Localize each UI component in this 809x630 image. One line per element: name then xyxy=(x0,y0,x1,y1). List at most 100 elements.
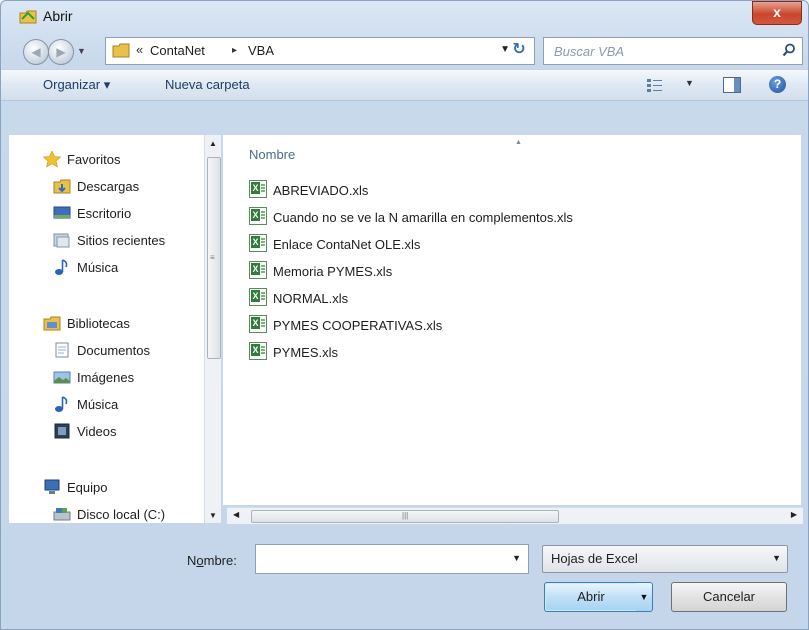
libraries-icon xyxy=(43,316,61,331)
refresh-button[interactable]: ↻ xyxy=(508,39,530,61)
nav-item-videos[interactable]: Videos xyxy=(53,423,117,439)
downloads-folder-icon xyxy=(53,179,71,194)
recent-places-icon xyxy=(53,233,70,248)
file-name: PYMES.xls xyxy=(273,345,339,360)
file-row[interactable]: ABREVIADO.xls xyxy=(249,180,368,198)
nav-item-favoritos[interactable]: Favoritos xyxy=(43,151,120,167)
scroll-down-icon[interactable]: ▼ xyxy=(209,511,217,520)
file-row[interactable]: PYMES.xls xyxy=(249,342,338,360)
new-folder-button[interactable]: Nueva carpeta xyxy=(165,77,250,92)
nav-item-descargas[interactable]: Descargas xyxy=(53,178,139,194)
forward-button[interactable]: ▶ xyxy=(48,39,74,65)
excel-file-icon xyxy=(249,342,267,360)
desktop-icon xyxy=(53,206,71,219)
nav-item-sitios-recientes[interactable]: Sitios recientes xyxy=(53,232,165,248)
music-icon xyxy=(55,259,68,275)
file-name-combobox[interactable]: ▼ xyxy=(255,544,529,574)
file-row[interactable]: Memoria PYMES.xls xyxy=(249,261,392,279)
file-name: PYMES COOPERATIVAS.xls xyxy=(273,318,443,333)
file-row[interactable]: Cuando no se ve la N amarilla en complem… xyxy=(249,207,573,225)
nav-label: Música xyxy=(77,397,119,412)
nav-label: Videos xyxy=(77,424,117,439)
star-icon xyxy=(43,151,61,167)
search-input[interactable] xyxy=(544,38,776,64)
nav-label: Imágenes xyxy=(77,370,135,385)
scrollbar-grip-icon: ||| xyxy=(402,511,409,520)
file-type-dropdown-icon: ▼ xyxy=(772,553,781,563)
file-row[interactable]: Enlace ContaNet OLE.xls xyxy=(249,234,420,252)
scrollbar-grip-icon: ≡ xyxy=(210,253,215,262)
file-name-label: Nombre: xyxy=(187,553,237,568)
command-bar: Organizar ▾ Nueva carpeta ▼ ? xyxy=(1,69,808,101)
file-name-label-end: mbre: xyxy=(203,553,237,568)
scroll-up-icon[interactable]: ▲ xyxy=(209,139,217,148)
back-button[interactable]: ◀ xyxy=(23,39,49,65)
file-row[interactable]: PYMES COOPERATIVAS.xls xyxy=(249,315,442,333)
open-options-dropdown[interactable]: ▼ xyxy=(636,582,653,612)
preview-pane-icon[interactable] xyxy=(723,77,741,93)
file-type-select[interactable]: Hojas de Excel ▼ xyxy=(542,545,788,573)
arrow-left-icon: ◀ xyxy=(31,45,41,59)
breadcrumb-separator-icon[interactable]: ▸ xyxy=(232,45,237,56)
nav-item-disco-local[interactable]: Disco local (C:) xyxy=(53,506,165,522)
nav-item-bibliotecas[interactable]: Bibliotecas xyxy=(43,315,130,331)
scroll-left-icon[interactable]: ◀ xyxy=(233,510,239,519)
documents-icon xyxy=(55,342,69,358)
nav-label: Sitios recientes xyxy=(77,233,166,248)
nav-label: Bibliotecas xyxy=(67,316,130,331)
search-icon[interactable] xyxy=(782,43,796,57)
navigation-pane: Favoritos Descargas Escritorio Sitios re… xyxy=(9,135,207,523)
view-options-icon[interactable] xyxy=(647,78,663,92)
file-row[interactable]: NORMAL.xls xyxy=(249,288,348,306)
breadcrumb-contanet[interactable]: ContaNet xyxy=(150,43,205,58)
close-button[interactable]: x xyxy=(752,1,802,25)
music-icon xyxy=(55,396,68,412)
local-disk-icon xyxy=(53,508,71,521)
file-list-pane: ▲ Nombre ABREVIADO.xls Cuando no se ve l… xyxy=(223,135,801,505)
nav-label: Equipo xyxy=(67,480,108,495)
navigation-pane-scrollbar[interactable]: ▲ ≡ ▼ xyxy=(204,135,221,523)
videos-icon xyxy=(54,423,70,439)
recent-locations-dropdown[interactable]: ▼ xyxy=(77,46,86,56)
excel-file-icon xyxy=(249,288,267,306)
computer-icon xyxy=(44,479,60,494)
address-bar[interactable]: « ContaNet ▸ VBA ▼ xyxy=(105,37,535,65)
nav-item-musica[interactable]: Música xyxy=(53,259,118,275)
search-box[interactable] xyxy=(543,37,803,65)
folder-app-icon xyxy=(19,10,37,24)
scroll-right-icon[interactable]: ▶ xyxy=(791,510,797,519)
nav-item-musica-biblioteca[interactable]: Música xyxy=(53,396,118,412)
excel-file-icon xyxy=(249,180,267,198)
refresh-icon: ↻ xyxy=(512,41,526,58)
file-name-dropdown-icon[interactable]: ▼ xyxy=(512,553,521,563)
nav-item-imagenes[interactable]: Imágenes xyxy=(53,369,134,385)
file-name-label-accel: o xyxy=(196,553,204,568)
file-name-input[interactable] xyxy=(256,545,504,573)
file-type-value: Hojas de Excel xyxy=(551,551,638,566)
nav-item-equipo[interactable]: Equipo xyxy=(43,479,107,495)
organize-menu-button[interactable]: Organizar ▾ xyxy=(43,77,110,93)
nav-label: Música xyxy=(77,260,119,275)
nav-label: Favoritos xyxy=(67,152,121,167)
pictures-icon xyxy=(53,371,71,384)
excel-file-icon xyxy=(249,261,267,279)
scrollbar-thumb[interactable]: ||| xyxy=(251,510,559,523)
window-title: Abrir xyxy=(43,8,73,24)
file-name: Enlace ContaNet OLE.xls xyxy=(273,237,421,252)
nav-item-escritorio[interactable]: Escritorio xyxy=(53,205,131,221)
nav-label: Escritorio xyxy=(77,206,132,221)
address-overflow-chevron[interactable]: « xyxy=(136,42,143,57)
file-name-label-start: N xyxy=(187,553,197,568)
open-button[interactable]: Abrir xyxy=(544,582,638,612)
title-bar[interactable]: Abrir x xyxy=(1,1,808,33)
help-icon[interactable]: ? xyxy=(769,76,786,93)
close-icon: x xyxy=(773,4,781,20)
breadcrumb-vba[interactable]: VBA xyxy=(248,43,274,58)
file-list-horizontal-scrollbar[interactable]: ◀ ||| ▶ xyxy=(227,507,803,524)
nav-label: Disco local (C:) xyxy=(77,507,166,522)
column-header-name[interactable]: Nombre xyxy=(249,147,295,162)
nav-item-documentos[interactable]: Documentos xyxy=(53,342,150,358)
view-dropdown-icon[interactable]: ▼ xyxy=(685,78,694,88)
open-file-dialog: Abrir x ◀ ▶ ▼ « ContaNet ▸ VBA ▼ ↻ Organ… xyxy=(0,0,809,630)
cancel-button[interactable]: Cancelar xyxy=(671,582,787,612)
